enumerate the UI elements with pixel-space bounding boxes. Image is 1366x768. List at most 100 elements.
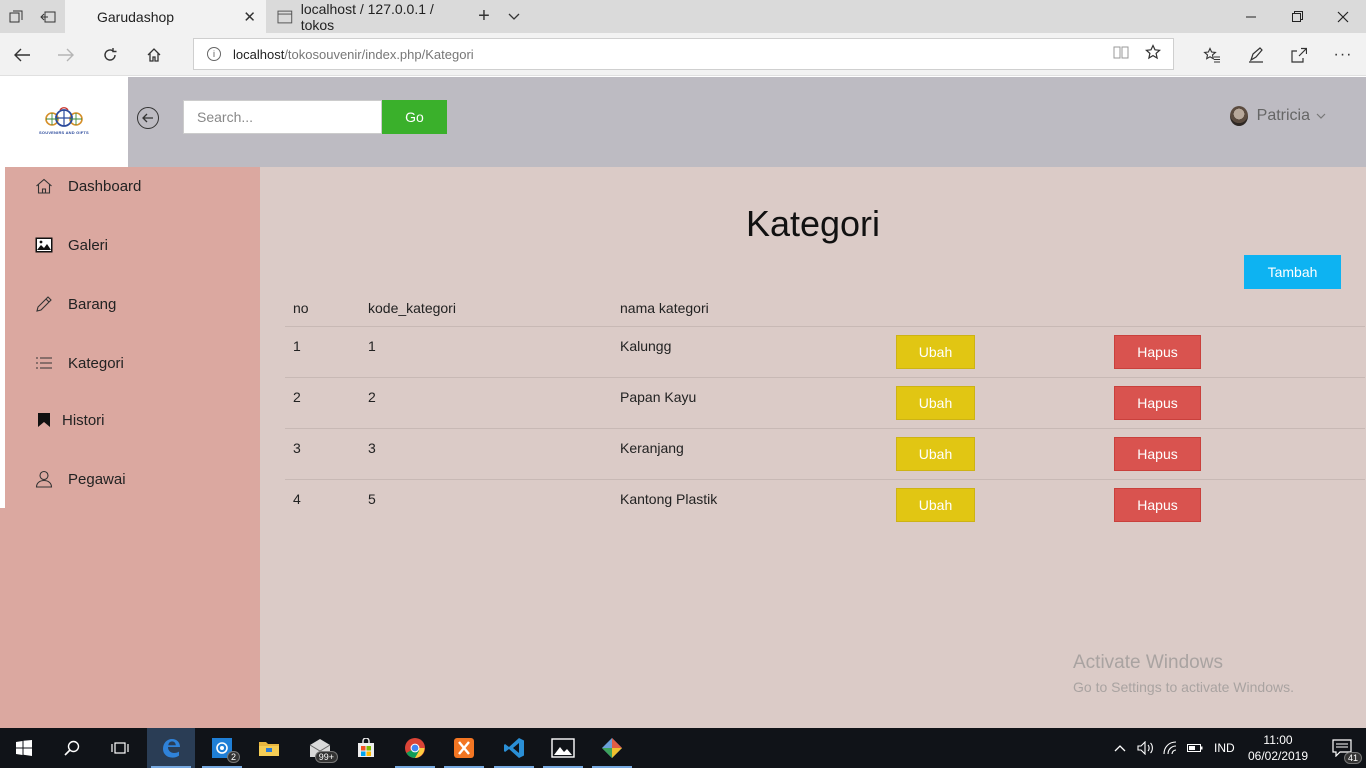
wifi-icon[interactable] [1163, 728, 1181, 768]
new-tab-icon[interactable]: + [468, 0, 500, 33]
close-window-icon[interactable] [1320, 0, 1366, 33]
cell-no: 3 [293, 440, 301, 456]
tab-preview-chevron-icon[interactable] [498, 0, 530, 33]
sidebar-item-barang[interactable]: Barang [34, 294, 116, 314]
search-go-button[interactable]: Go [382, 100, 447, 134]
sidebar-item-label: Histori [62, 411, 105, 429]
battery-icon[interactable] [1187, 728, 1203, 768]
delete-button[interactable]: Hapus [1114, 437, 1201, 471]
table-row: 3 3 Keranjang Ubah Hapus [285, 428, 1365, 479]
favorite-star-icon[interactable] [1144, 44, 1162, 64]
list-icon [34, 353, 54, 373]
reading-view-icon[interactable] [1113, 45, 1129, 63]
show-hidden-icons-chevron-icon[interactable] [1114, 728, 1126, 768]
sidebar-item-label: Dashboard [68, 177, 142, 195]
clock-date: 06/02/2019 [1247, 749, 1309, 763]
tab-title: localhost / 127.0.0.1 / tokos [300, 0, 434, 33]
vscode-icon[interactable] [490, 728, 538, 768]
sidebar-item-label: Barang [68, 295, 117, 313]
close-tab-icon[interactable]: ✕ [243, 8, 256, 26]
system-clock[interactable]: 11:00 06/02/2019 [1243, 732, 1313, 764]
sidebar-item-pegawai[interactable]: Pegawai [34, 469, 126, 489]
sidebar-item-dashboard[interactable]: Dashboard [34, 176, 141, 196]
restore-icon[interactable] [1274, 0, 1320, 33]
chrome-icon[interactable] [391, 728, 439, 768]
page-icon [277, 10, 293, 23]
cell-kode: 1 [368, 338, 376, 354]
sidebar-item-histori[interactable]: Histori [34, 410, 105, 430]
search-input[interactable] [183, 100, 382, 134]
arrow-left-circle-icon[interactable] [137, 107, 159, 129]
forward-icon[interactable] [44, 33, 88, 76]
edit-button[interactable]: Ubah [896, 437, 975, 471]
table-row: 1 1 Kalungg Ubah Hapus [285, 326, 1365, 377]
browser-tab-bar: Garudashop ✕ localhost / 127.0.0.1 / tok… [0, 0, 1366, 33]
category-table: no kode_kategori nama kategori 1 1 Kalun… [285, 287, 1365, 530]
language-indicator[interactable]: IND [1214, 728, 1235, 768]
search-icon[interactable] [48, 728, 96, 768]
mail-bag-icon[interactable]: 99+ [296, 728, 344, 768]
browser-nav-bar: i localhost/tokosouvenir/index.php/Kateg… [0, 33, 1366, 76]
minimize-icon[interactable] [1228, 0, 1274, 33]
sidebar-item-kategori[interactable]: Kategori [34, 353, 124, 373]
tab-garudashop[interactable]: Garudashop ✕ [65, 0, 266, 33]
tab-title: Garudashop [97, 8, 175, 25]
refresh-icon[interactable] [88, 33, 132, 76]
edge-icon[interactable] [147, 728, 195, 768]
user-menu[interactable]: Patricia [1229, 106, 1326, 126]
delete-button[interactable]: Hapus [1114, 386, 1201, 420]
mail-bag-badge: 99+ [314, 751, 338, 763]
edit-button[interactable]: Ubah [896, 386, 975, 420]
user-icon [34, 469, 54, 489]
url-text: localhost/tokosouvenir/index.php/Kategor… [233, 46, 474, 62]
cell-no: 4 [293, 491, 301, 507]
more-icon[interactable]: ··· [1321, 33, 1365, 76]
edit-button[interactable]: Ubah [896, 335, 975, 369]
cell-no: 2 [293, 389, 301, 405]
photos-icon[interactable] [539, 728, 587, 768]
home-icon[interactable] [132, 33, 176, 76]
pen-icon[interactable] [1234, 33, 1278, 76]
bookmark-icon [34, 410, 54, 430]
tab-phpmyadmin[interactable]: localhost / 127.0.0.1 / tokos [267, 0, 468, 33]
clock-time: 11:00 [1263, 733, 1293, 747]
avatar [1229, 106, 1248, 126]
file-explorer-icon[interactable] [245, 728, 293, 768]
edit-button[interactable]: Ubah [896, 488, 975, 522]
cell-nama: Kalungg [620, 338, 672, 354]
volume-icon[interactable] [1137, 728, 1155, 768]
git-icon[interactable] [588, 728, 636, 768]
sidebar-item-galeri[interactable]: Galeri [34, 235, 108, 255]
task-view-icon[interactable] [96, 728, 144, 768]
image-icon [34, 235, 54, 255]
favorites-hub-icon[interactable] [1190, 33, 1234, 76]
xampp-icon[interactable] [440, 728, 488, 768]
tab-manager-icon[interactable] [0, 0, 32, 33]
add-category-button[interactable]: Tambah [1244, 255, 1341, 289]
back-icon[interactable] [0, 33, 44, 76]
brand-logo[interactable]: SOUVENIRS AND GIFTS [0, 77, 128, 167]
sidebar-item-label: Galeri [68, 236, 109, 254]
table-header-row: no kode_kategori nama kategori [285, 287, 1365, 326]
delete-button[interactable]: Hapus [1114, 335, 1201, 369]
notification-badge: 41 [1343, 752, 1362, 764]
cell-no: 1 [293, 338, 301, 354]
store-icon[interactable] [342, 728, 390, 768]
share-icon[interactable] [1277, 33, 1321, 76]
address-bar[interactable]: i localhost/tokosouvenir/index.php/Kateg… [193, 38, 1174, 70]
cell-nama: Papan Kayu [620, 389, 697, 405]
sidebar-item-label: Pegawai [68, 470, 126, 488]
site-info-icon[interactable]: i [207, 47, 221, 61]
mail-icon[interactable]: 2 [198, 728, 246, 768]
set-tabs-aside-icon[interactable] [32, 0, 64, 33]
column-header-no: no [293, 300, 309, 316]
mail-badge: 2 [226, 751, 240, 763]
delete-button[interactable]: Hapus [1114, 488, 1201, 522]
action-center-icon[interactable]: 41 [1318, 728, 1366, 768]
chevron-down-icon [1316, 110, 1326, 122]
user-name: Patricia [1256, 107, 1310, 124]
main-content: Kategori Tambah no kode_kategori nama ka… [260, 167, 1366, 728]
start-icon[interactable] [0, 728, 48, 768]
cell-kode: 2 [368, 389, 376, 405]
watermark-title: Activate Windows [1073, 652, 1223, 673]
